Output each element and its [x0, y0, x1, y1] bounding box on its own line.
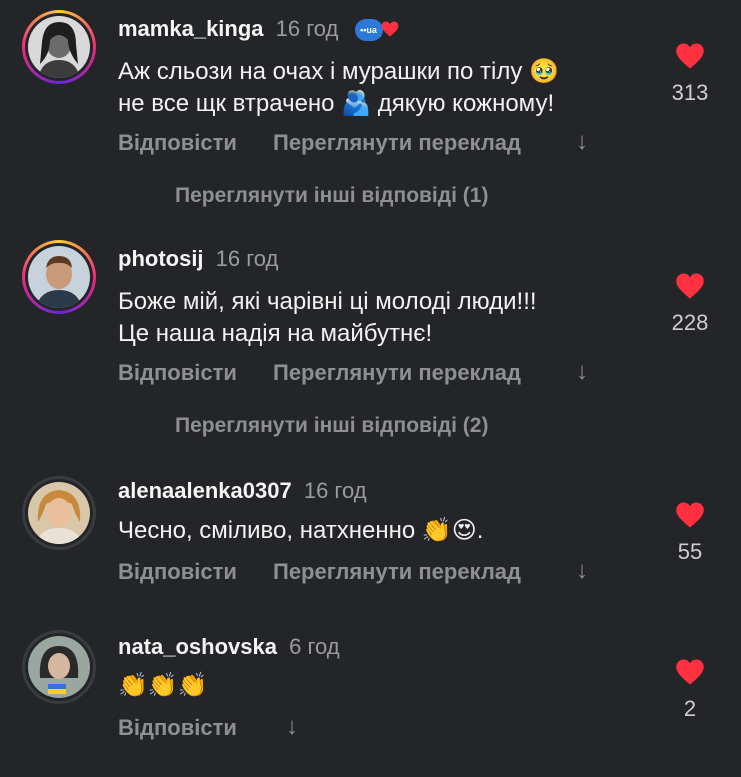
reply-button[interactable]: Відповісти	[118, 360, 237, 386]
like-count: 313	[671, 80, 709, 105]
avatar[interactable]	[22, 630, 96, 704]
username[interactable]: nata_oshovska	[118, 634, 277, 659]
view-more-replies-button[interactable]: Переглянути інші відповіді (1)	[175, 184, 488, 208]
arrow-down-icon[interactable]: ↓	[286, 713, 298, 741]
username[interactable]: mamka_kinga	[118, 16, 264, 41]
comment-text: Боже мій, які чарівні ці молоді люди!!! …	[118, 288, 537, 347]
like-count: 2	[683, 696, 697, 721]
reply-button[interactable]: Відповісти	[118, 715, 237, 741]
reply-button[interactable]: Відповісти	[118, 130, 237, 156]
like-count: 228	[671, 310, 709, 335]
like-area: 313	[660, 42, 720, 106]
heart-icon	[381, 21, 398, 37]
see-translation-button[interactable]: Переглянути переклад	[273, 559, 521, 585]
like-area: 2	[660, 658, 720, 722]
timestamp: 6 год	[289, 634, 340, 659]
timestamp: 16 год	[303, 478, 367, 503]
like-area: 55	[660, 501, 720, 565]
heart-icon[interactable]	[675, 501, 705, 529]
heart-icon[interactable]	[675, 658, 705, 686]
arrow-down-icon[interactable]: ↓	[576, 128, 588, 156]
arrow-down-icon[interactable]: ↓	[576, 358, 588, 386]
heart-icon[interactable]	[675, 272, 705, 300]
reply-button[interactable]: Відповісти	[118, 559, 237, 585]
arrow-down-icon[interactable]: ↓	[576, 557, 588, 585]
username[interactable]: alenaalenka0307	[118, 478, 292, 503]
timestamp: 16 год	[275, 16, 339, 41]
creator-liked-badge: ••ua	[354, 18, 401, 42]
like-count: 55	[677, 539, 703, 564]
timestamp: 16 год	[215, 246, 279, 271]
view-more-replies-button[interactable]: Переглянути інші відповіді (2)	[175, 414, 488, 438]
avatar-photo	[28, 482, 90, 544]
like-area: 228	[660, 272, 720, 336]
avatar-photo	[28, 246, 90, 308]
see-translation-button[interactable]: Переглянути переклад	[273, 360, 521, 386]
see-translation-button[interactable]: Переглянути переклад	[273, 130, 521, 156]
avatar[interactable]	[22, 476, 96, 550]
comment-text: 👏👏👏	[118, 672, 208, 699]
avatar[interactable]	[22, 10, 96, 84]
avatar-photo	[28, 636, 90, 698]
creator-avatar-badge: ••ua	[354, 19, 383, 42]
heart-icon[interactable]	[675, 42, 705, 70]
avatar[interactable]	[22, 240, 96, 314]
avatar-photo	[28, 16, 90, 78]
comment-text: Аж сльози на очах і мурашки по тілу 🥹 не…	[118, 58, 559, 117]
username[interactable]: photosij	[118, 246, 204, 271]
comment-text: Чесно, сміливо, натхненно 👏😍.	[118, 517, 484, 544]
